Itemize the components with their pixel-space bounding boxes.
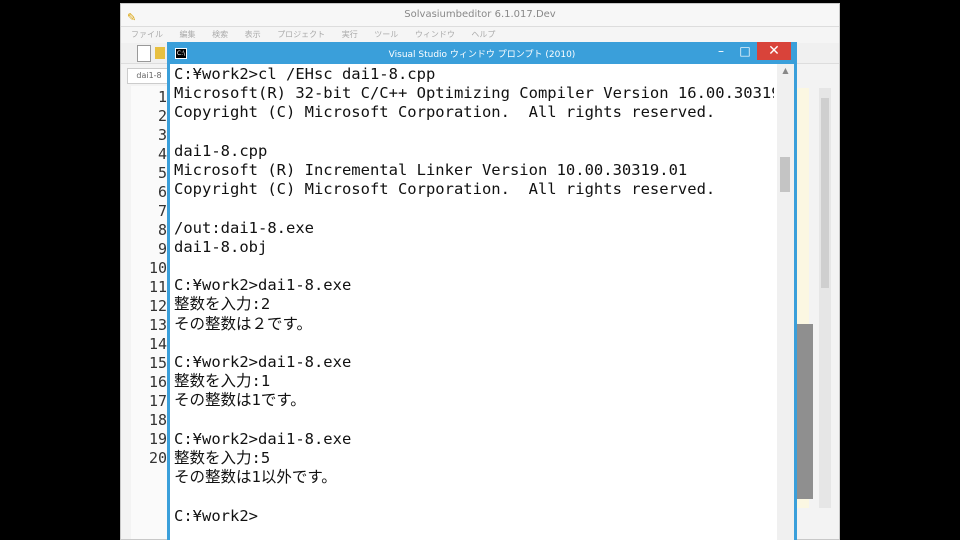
menu-item-project[interactable]: プロジェクト (277, 30, 325, 39)
line-number: 19 (148, 430, 167, 448)
line-number: 4 (157, 145, 167, 163)
line-number: 12 (148, 297, 167, 315)
console-line: C:¥work2>dai1-8.exe (174, 276, 352, 295)
console-line: 整数を入力:1 (174, 372, 271, 391)
console-line: C:¥work2>dai1-8.exe (174, 353, 352, 372)
console-line: その整数は２です。 (174, 314, 312, 333)
console-line: dai1-8.obj (174, 237, 268, 256)
menu-item-run[interactable]: 実行 (342, 30, 358, 39)
menu-item-help[interactable]: ヘルプ (471, 30, 495, 39)
console-line: その整数は1です。 (174, 391, 306, 410)
line-number: 2 (157, 107, 167, 125)
line-number: 8 (157, 221, 167, 239)
console-line: その整数は1以外です。 (174, 468, 337, 487)
menu-item-edit[interactable]: 編集 (180, 30, 196, 39)
console-line: Microsoft (R) Incremental Linker Version… (174, 161, 688, 180)
minimize-button[interactable]: – (709, 42, 733, 60)
console-line: Copyright (C) Microsoft Corporation. All… (174, 180, 716, 199)
close-button[interactable]: ✕ (757, 42, 791, 60)
line-number: 13 (148, 316, 167, 334)
line-number: 15 (148, 354, 167, 372)
console-output: C:¥work2>cl /EHsc dai1-8.cpp Microsoft(R… (174, 65, 774, 526)
menu-item-view[interactable]: 表示 (245, 30, 261, 39)
console-window: C:\ Visual Studio ウィンドウ プロンプト (2010) – □… (167, 42, 797, 540)
editor-scrollbar[interactable] (819, 88, 831, 508)
line-number: 3 (157, 126, 167, 144)
menu-item-search[interactable]: 検索 (212, 30, 228, 39)
console-title: Visual Studio ウィンドウ プロンプト (2010) (388, 50, 576, 60)
line-number: 16 (148, 373, 167, 391)
new-file-icon[interactable] (137, 45, 151, 62)
line-number: 14 (148, 335, 167, 353)
file-tab[interactable]: dai1-8 (127, 68, 171, 84)
line-number: 10 (148, 259, 167, 277)
console-scrollbar[interactable]: ▲ (777, 64, 794, 540)
line-number-gutter: 1 2 3 4 5 6 7 8 9 10 11 12 13 14 15 16 1… (131, 86, 169, 539)
console-line: dai1-8.cpp (174, 141, 268, 160)
pencil-icon: ✎ (127, 11, 137, 24)
console-line: C:¥work2>dai1-8.exe (174, 429, 352, 448)
line-number: 5 (157, 164, 167, 182)
line-number: 11 (148, 278, 167, 296)
open-folder-icon[interactable] (155, 47, 165, 59)
menu-item-window[interactable]: ウィンドウ (415, 30, 455, 39)
editor-title: Solvasiumbeditor 6.1.017.Dev (404, 9, 556, 20)
line-number: 20 (148, 449, 167, 467)
line-number: 18 (148, 411, 167, 429)
editor-titlebar: ✎ Solvasiumbeditor 6.1.017.Dev (121, 4, 839, 27)
console-line: 整数を入力:5 (174, 449, 271, 468)
line-number: 7 (157, 202, 167, 220)
console-prompt[interactable]: C:¥work2> (174, 507, 258, 525)
console-scroll-thumb[interactable] (780, 157, 790, 192)
line-number: 17 (148, 392, 167, 410)
console-line: 整数を入力:2 (174, 295, 271, 314)
line-number: 1 (157, 88, 167, 106)
menu-item-tools[interactable]: ツール (374, 30, 398, 39)
editor-menubar: ファイル 編集 検索 表示 プロジェクト 実行 ツール ウィンドウ ヘルプ (121, 27, 839, 43)
menu-item-file[interactable]: ファイル (131, 30, 163, 39)
console-line: /out:dai1-8.exe (174, 218, 314, 237)
scroll-up-arrow-icon[interactable]: ▲ (777, 66, 794, 75)
console-line: Microsoft(R) 32-bit C/C++ Optimizing Com… (174, 84, 774, 103)
console-titlebar[interactable]: C:\ Visual Studio ウィンドウ プロンプト (2010) – □… (167, 42, 797, 64)
maximize-button[interactable]: □ (733, 42, 757, 60)
console-line: Copyright (C) Microsoft Corporation. All… (174, 103, 716, 122)
console-line: C:¥work2>cl /EHsc dai1-8.cpp (174, 65, 436, 83)
line-number: 9 (157, 240, 167, 258)
console-output-area[interactable]: C:¥work2>cl /EHsc dai1-8.cpp Microsoft(R… (170, 64, 794, 540)
editor-scroll-thumb[interactable] (821, 98, 829, 288)
line-number: 6 (157, 183, 167, 201)
